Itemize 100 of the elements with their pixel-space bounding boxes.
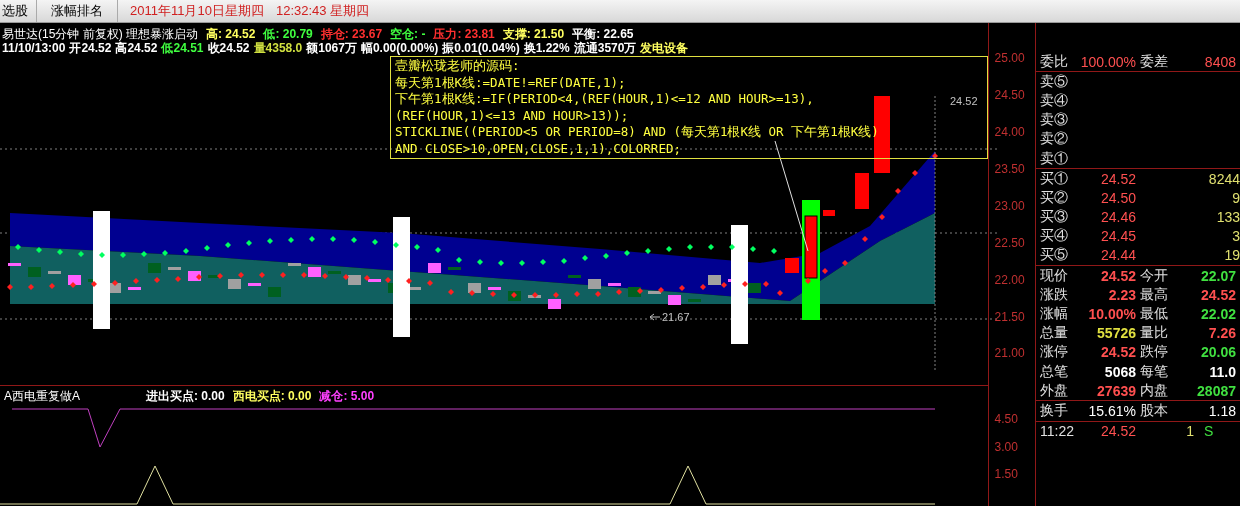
quote-label: 总量 <box>1040 324 1069 343</box>
candlestick <box>748 283 761 293</box>
candlestick <box>668 295 681 305</box>
bid-price: 24.50 <box>1099 189 1136 206</box>
stat-text: 压力: 23.81 <box>433 27 495 41</box>
candlestick <box>48 271 61 274</box>
candlestick <box>823 210 835 216</box>
tick-time: 11:22 <box>1040 423 1075 440</box>
axis-label: 25.00 <box>994 51 1025 65</box>
quote-value: 55726 <box>1096 325 1136 342</box>
date-text: 2011年11月10日星期四 <box>130 2 264 20</box>
candlestick <box>688 299 701 302</box>
formula-line: STICKLINE((PERIOD<5 OR PERIOD=8) AND (每天第1根K线 OR 下午第1根K线) <box>395 124 879 141</box>
bid-volume: 19 <box>1223 247 1240 264</box>
tick-price: 24.52 <box>1099 423 1136 440</box>
bid-volume: 133 <box>1215 209 1240 226</box>
quote-value: 20.06 <box>1199 344 1236 361</box>
quote-label: 最高 <box>1140 285 1169 304</box>
candlestick <box>288 263 301 266</box>
candlestick <box>248 283 261 286</box>
candlestick <box>804 215 818 279</box>
bar-info-text: 幅0.00(0.00%) <box>360 41 439 55</box>
bar-info-text: 高24.52 <box>115 41 158 55</box>
quote-value: 10.00% <box>1087 306 1136 323</box>
bid-price: 24.45 <box>1099 228 1136 245</box>
candlestick <box>488 287 501 290</box>
formula-line: 下午第1根K线:=IF(PERIOD<4,(REF(HOUR,1)<=12 AND HOUR>=13), <box>395 91 814 108</box>
quote-label: 跌停 <box>1140 343 1169 362</box>
candlestick <box>548 299 561 309</box>
stat-text: 空仓: - <box>390 27 426 41</box>
stat-text: 高: 24.52 <box>206 27 256 41</box>
capital-value: 1.18 <box>1207 402 1236 419</box>
bar-info-text: 发电设备 <box>640 41 689 55</box>
tick-side: S <box>1204 423 1214 440</box>
indicator-name: A西电重复做A <box>4 389 80 403</box>
turnover-value: 15.61% <box>1087 402 1136 419</box>
candlestick <box>268 287 281 297</box>
quote-value: 24.52 <box>1099 344 1136 361</box>
tick-volume: 1 <box>1185 423 1194 440</box>
toolbar-tab[interactable]: 选股 <box>0 0 37 22</box>
bar-info-text: 开24.52 <box>69 41 112 55</box>
bid-price: 24.46 <box>1099 209 1136 226</box>
formula-line: 壹瓣松珑老师的源码: <box>395 58 520 75</box>
formula-line: AND CLOSE>10,OPEN,CLOSE,1,1),COLORRED; <box>395 140 681 158</box>
axis-label: 21.50 <box>994 310 1025 324</box>
axis-label: 24.00 <box>994 125 1025 139</box>
chart-title: 易世达(15分钟 前复权) 理想暴涨启动 <box>2 27 198 41</box>
candlestick <box>855 173 869 209</box>
candlestick <box>648 291 661 294</box>
stat-text: 低: 20.79 <box>263 27 313 41</box>
quote-label: 量比 <box>1140 324 1169 343</box>
axis-label: 23.00 <box>994 199 1025 213</box>
bar-info-text: 额1067万 <box>306 41 357 55</box>
arrow-icon <box>649 313 661 321</box>
bid-volume: 3 <box>1231 228 1240 245</box>
quote-value: 24.52 <box>1199 286 1236 303</box>
bar-info-text: 11/10/13:00 <box>2 41 66 55</box>
axis-label: 3.00 <box>994 440 1018 454</box>
candlestick <box>228 279 241 289</box>
quote-label: 涨跌 <box>1040 285 1069 304</box>
candlestick <box>8 263 21 266</box>
ask-label: 卖③ <box>1040 111 1069 130</box>
bid-label: 买⑤ <box>1040 246 1069 265</box>
ratio-label: 委比 <box>1040 52 1069 71</box>
quote-label: 总笔 <box>1040 362 1069 381</box>
axis-label: 1.50 <box>994 467 1018 481</box>
bar-info-text: 收24.52 <box>207 41 250 55</box>
quote-value: 28087 <box>1196 382 1236 399</box>
bar-info-text: 量4358.0 <box>253 41 303 55</box>
indicator-value: 进出买点: 0.00 <box>146 389 225 403</box>
candlestick <box>628 287 641 297</box>
formula-line: (REF(HOUR,1)<=13 AND HOUR>13)); <box>395 107 629 125</box>
toolbar-tab[interactable]: 涨幅排名 <box>37 0 118 22</box>
axis-label: 22.00 <box>994 273 1025 287</box>
bid-price: 24.52 <box>1099 170 1136 187</box>
ratio-value: 100.00% <box>1079 53 1136 70</box>
quote-label: 内盘 <box>1140 381 1169 400</box>
candlestick <box>148 263 161 273</box>
price-label: 21.67 <box>662 311 690 323</box>
candlestick <box>588 279 601 289</box>
quote-label: 每笔 <box>1140 362 1169 381</box>
quote-value: 7.26 <box>1207 325 1236 342</box>
time-text: 12:32:43 星期四 <box>275 2 370 20</box>
ask-label: 卖① <box>1040 149 1069 168</box>
quote-label: 最低 <box>1140 305 1169 324</box>
candlestick <box>428 263 441 273</box>
quote-value: 22.02 <box>1199 306 1236 323</box>
candlestick <box>785 258 799 273</box>
ask-label: 卖② <box>1040 130 1069 149</box>
bar-info-text: 换1.22% <box>523 41 570 55</box>
candlestick <box>368 279 381 282</box>
axis-label: 24.50 <box>994 88 1025 102</box>
axis-label: 23.50 <box>994 162 1025 176</box>
diff-label: 委差 <box>1140 52 1169 71</box>
quote-label: 外盘 <box>1040 381 1069 400</box>
stat-text: 持仓: 23.67 <box>320 27 383 41</box>
turnover-label: 换手 <box>1040 401 1069 420</box>
quote-value: 5068 <box>1103 363 1136 380</box>
candlestick <box>168 267 181 270</box>
candlestick <box>468 283 481 293</box>
